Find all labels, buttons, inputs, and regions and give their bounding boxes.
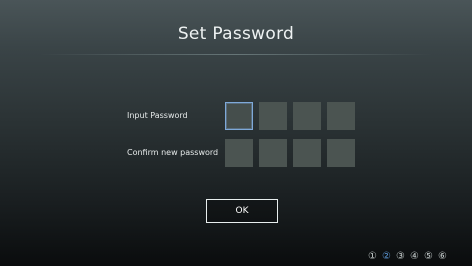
confirm-password-digit-1[interactable] bbox=[225, 139, 253, 167]
input-password-digit-3[interactable] bbox=[293, 102, 321, 130]
input-password-label: Input Password bbox=[127, 111, 188, 120]
step-6: ⑥ bbox=[438, 251, 447, 262]
input-password-digit-4[interactable] bbox=[327, 102, 355, 130]
confirm-password-digit-2[interactable] bbox=[259, 139, 287, 167]
page-title: Set Password bbox=[177, 24, 295, 44]
input-password-digit-2[interactable] bbox=[259, 102, 287, 130]
confirm-password-digit-3[interactable] bbox=[293, 139, 321, 167]
confirm-password-label: Confirm new password bbox=[127, 148, 219, 157]
header-divider bbox=[40, 54, 432, 55]
step-4: ④ bbox=[410, 251, 419, 262]
step-2-current: ② bbox=[382, 251, 391, 262]
set-password-screen: Set Password Input Password Confirm new … bbox=[0, 0, 472, 266]
header: Set Password bbox=[0, 0, 472, 58]
input-password-digit-1[interactable] bbox=[225, 102, 253, 130]
step-1: ① bbox=[368, 251, 377, 262]
ok-button[interactable]: OK bbox=[206, 199, 278, 223]
step-3: ③ bbox=[396, 251, 405, 262]
step-indicator: ① ② ③ ④ ⑤ ⑥ bbox=[367, 251, 448, 262]
confirm-password-fields bbox=[225, 139, 355, 167]
confirm-password-digit-4[interactable] bbox=[327, 139, 355, 167]
step-5: ⑤ bbox=[424, 251, 433, 262]
input-password-fields bbox=[225, 102, 355, 130]
